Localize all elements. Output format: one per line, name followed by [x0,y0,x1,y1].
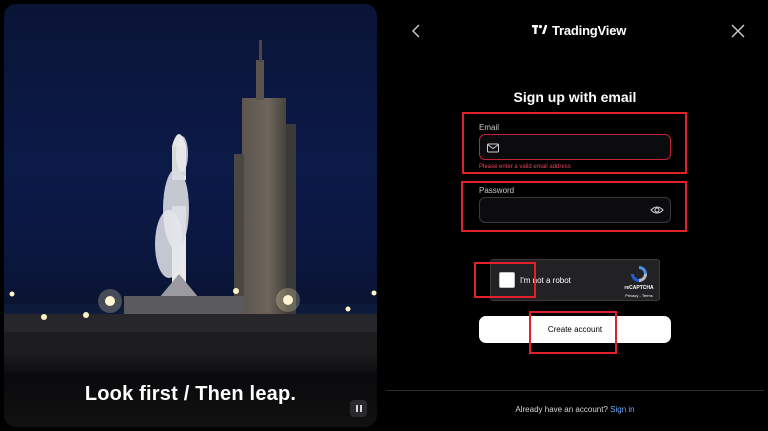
email-error-message: Please enter a valid email address [479,164,571,170]
email-field[interactable] [479,134,671,160]
signin-link[interactable]: Sign in [610,405,634,414]
mail-icon [487,143,499,153]
form-title: Sign up with email [513,89,637,105]
password-label: Password [479,186,515,195]
tradingview-logo: TradingView [532,21,626,39]
create-account-button[interactable]: Create account [479,316,671,343]
email-label: Email [479,123,500,132]
recaptcha-label: I'm not a robot [520,276,571,285]
hero-tagline: Look first / Then leap. [84,383,297,405]
recaptcha-brand: reCAPTCHA [624,285,654,291]
logo-text: TradingView [552,22,627,38]
signin-prompt: Already have an account? [515,405,608,414]
pause-button[interactable] [350,400,367,417]
password-field[interactable] [479,197,671,223]
hero-banner: Look first / Then leap. [4,4,377,427]
pause-icon [355,405,358,412]
recaptcha-checkbox[interactable] [499,272,515,288]
signin-row: Already have an account? Sign in [386,405,764,414]
recaptcha-links[interactable]: Privacy - Terms [617,293,661,298]
signup-panel: TradingView Sign up with email Email Ple… [386,0,768,431]
recaptcha-widget: I'm not a robot reCAPTCHA Privacy - Term… [490,259,660,301]
chevron-left-icon[interactable] [408,22,426,40]
recaptcha-icon [631,266,647,282]
footer-divider [386,390,764,391]
signup-page: Look first / Then leap. TradingView Sign… [0,0,768,431]
eye-icon[interactable] [650,203,664,217]
pause-icon-bar [359,405,362,412]
tradingview-logo-icon [532,25,547,34]
close-icon[interactable] [729,22,747,40]
